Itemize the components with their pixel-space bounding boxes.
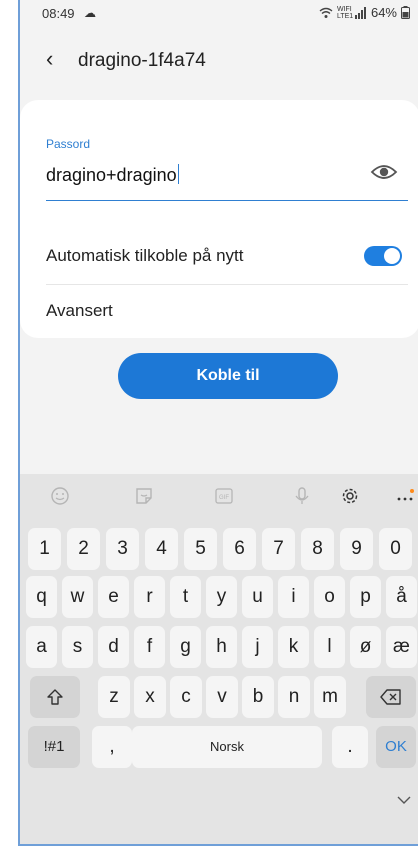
- key-z[interactable]: z: [98, 676, 130, 718]
- key-x[interactable]: x: [134, 676, 166, 718]
- gif-label: GIF: [219, 495, 229, 501]
- key-9[interactable]: 9: [340, 528, 373, 570]
- key-y[interactable]: y: [206, 576, 237, 618]
- key-p[interactable]: p: [350, 576, 381, 618]
- key-i[interactable]: i: [278, 576, 309, 618]
- key-n[interactable]: n: [278, 676, 310, 718]
- cloud-icon: ☁: [84, 6, 96, 20]
- key-4[interactable]: 4: [145, 528, 178, 570]
- battery-icon: [401, 6, 410, 19]
- period-key[interactable]: .: [332, 726, 368, 768]
- key-7[interactable]: 7: [262, 528, 295, 570]
- connect-button[interactable]: Koble til: [118, 353, 338, 399]
- key-a[interactable]: a: [26, 626, 57, 668]
- status-bar: 08:49 ☁ WIFI LTE1 64%: [20, 0, 418, 26]
- signal-icon: [354, 6, 366, 19]
- symbols-key[interactable]: !#1: [28, 726, 80, 768]
- key-oe[interactable]: ø: [350, 626, 381, 668]
- wifi-icon: [319, 7, 333, 18]
- password-label: Passord: [46, 137, 91, 151]
- letter-row-2: a s d f g h j k l ø æ: [20, 626, 418, 668]
- space-key[interactable]: Norsk: [132, 726, 322, 768]
- header: ‹ dragino-1f4a74: [20, 40, 418, 80]
- divider: [46, 284, 408, 285]
- password-underline: [46, 200, 408, 201]
- key-5[interactable]: 5: [184, 528, 217, 570]
- letter-row-3: z x c v b n m: [20, 676, 418, 718]
- key-aa[interactable]: å: [386, 576, 417, 618]
- back-arrow-icon[interactable]: ‹: [46, 48, 53, 70]
- keyboard: GIF 1 2 3 4 5 6 7 8 9 0 q w e r t y u i …: [20, 474, 418, 844]
- advanced-item[interactable]: Avansert: [46, 301, 113, 321]
- letter-row-1: q w e r t y u i o p å: [20, 576, 418, 618]
- hide-keyboard-chevron-down-icon[interactable]: [396, 792, 412, 810]
- lte-label: LTE1: [336, 12, 354, 20]
- password-value: dragino+dragino: [46, 165, 177, 185]
- password-input[interactable]: dragino+dragino: [46, 164, 180, 186]
- key-3[interactable]: 3: [106, 528, 139, 570]
- text-cursor: [177, 164, 180, 184]
- battery-percent: 64%: [370, 5, 397, 20]
- status-time: 08:49: [42, 6, 75, 21]
- microphone-icon[interactable]: [290, 486, 314, 510]
- key-l[interactable]: l: [314, 626, 345, 668]
- settings-gear-icon[interactable]: [338, 486, 362, 510]
- key-6[interactable]: 6: [223, 528, 256, 570]
- key-u[interactable]: u: [242, 576, 273, 618]
- backspace-key[interactable]: [366, 676, 416, 718]
- key-r[interactable]: r: [134, 576, 165, 618]
- key-v[interactable]: v: [206, 676, 238, 718]
- key-1[interactable]: 1: [28, 528, 61, 570]
- key-e[interactable]: e: [98, 576, 129, 618]
- backspace-icon: [380, 689, 401, 705]
- key-f[interactable]: f: [134, 626, 165, 668]
- key-s[interactable]: s: [62, 626, 93, 668]
- key-0[interactable]: 0: [379, 528, 412, 570]
- settings-card: Passord dragino+dragino Automatisk tilko…: [20, 100, 418, 338]
- network-label: WIFI LTE1: [336, 5, 354, 20]
- emoji-icon[interactable]: [48, 486, 72, 510]
- comma-key[interactable]: ,: [92, 726, 132, 768]
- key-j[interactable]: j: [242, 626, 273, 668]
- ok-key[interactable]: OK: [376, 726, 416, 768]
- key-h[interactable]: h: [206, 626, 237, 668]
- auto-reconnect-toggle[interactable]: [364, 246, 402, 266]
- phone-screen: 08:49 ☁ WIFI LTE1 64% ‹ dragino-1f4a74 P…: [18, 0, 418, 846]
- key-w[interactable]: w: [62, 576, 93, 618]
- wifi-label: WIFI: [336, 5, 352, 13]
- key-2[interactable]: 2: [67, 528, 100, 570]
- show-password-eye-icon[interactable]: [370, 162, 398, 182]
- key-o[interactable]: o: [314, 576, 345, 618]
- key-d[interactable]: d: [98, 626, 129, 668]
- key-g[interactable]: g: [170, 626, 201, 668]
- key-c[interactable]: c: [170, 676, 202, 718]
- sticker-icon[interactable]: [132, 486, 156, 510]
- keyboard-toolbar: GIF: [20, 474, 418, 522]
- shift-icon: [47, 689, 63, 705]
- gif-icon[interactable]: GIF: [212, 486, 236, 510]
- key-b[interactable]: b: [242, 676, 274, 718]
- notification-dot: [410, 489, 414, 493]
- number-row: 1 2 3 4 5 6 7 8 9 0: [20, 528, 418, 570]
- toggle-knob: [384, 248, 400, 264]
- key-t[interactable]: t: [170, 576, 201, 618]
- key-q[interactable]: q: [26, 576, 57, 618]
- key-8[interactable]: 8: [301, 528, 334, 570]
- auto-reconnect-label: Automatisk tilkoble på nytt: [46, 246, 244, 265]
- key-ae[interactable]: æ: [386, 626, 417, 668]
- bottom-row: !#1 , Norsk . OK: [20, 726, 418, 768]
- key-m[interactable]: m: [314, 676, 346, 718]
- page-title: dragino-1f4a74: [78, 50, 206, 71]
- shift-key[interactable]: [30, 676, 80, 718]
- key-k[interactable]: k: [278, 626, 309, 668]
